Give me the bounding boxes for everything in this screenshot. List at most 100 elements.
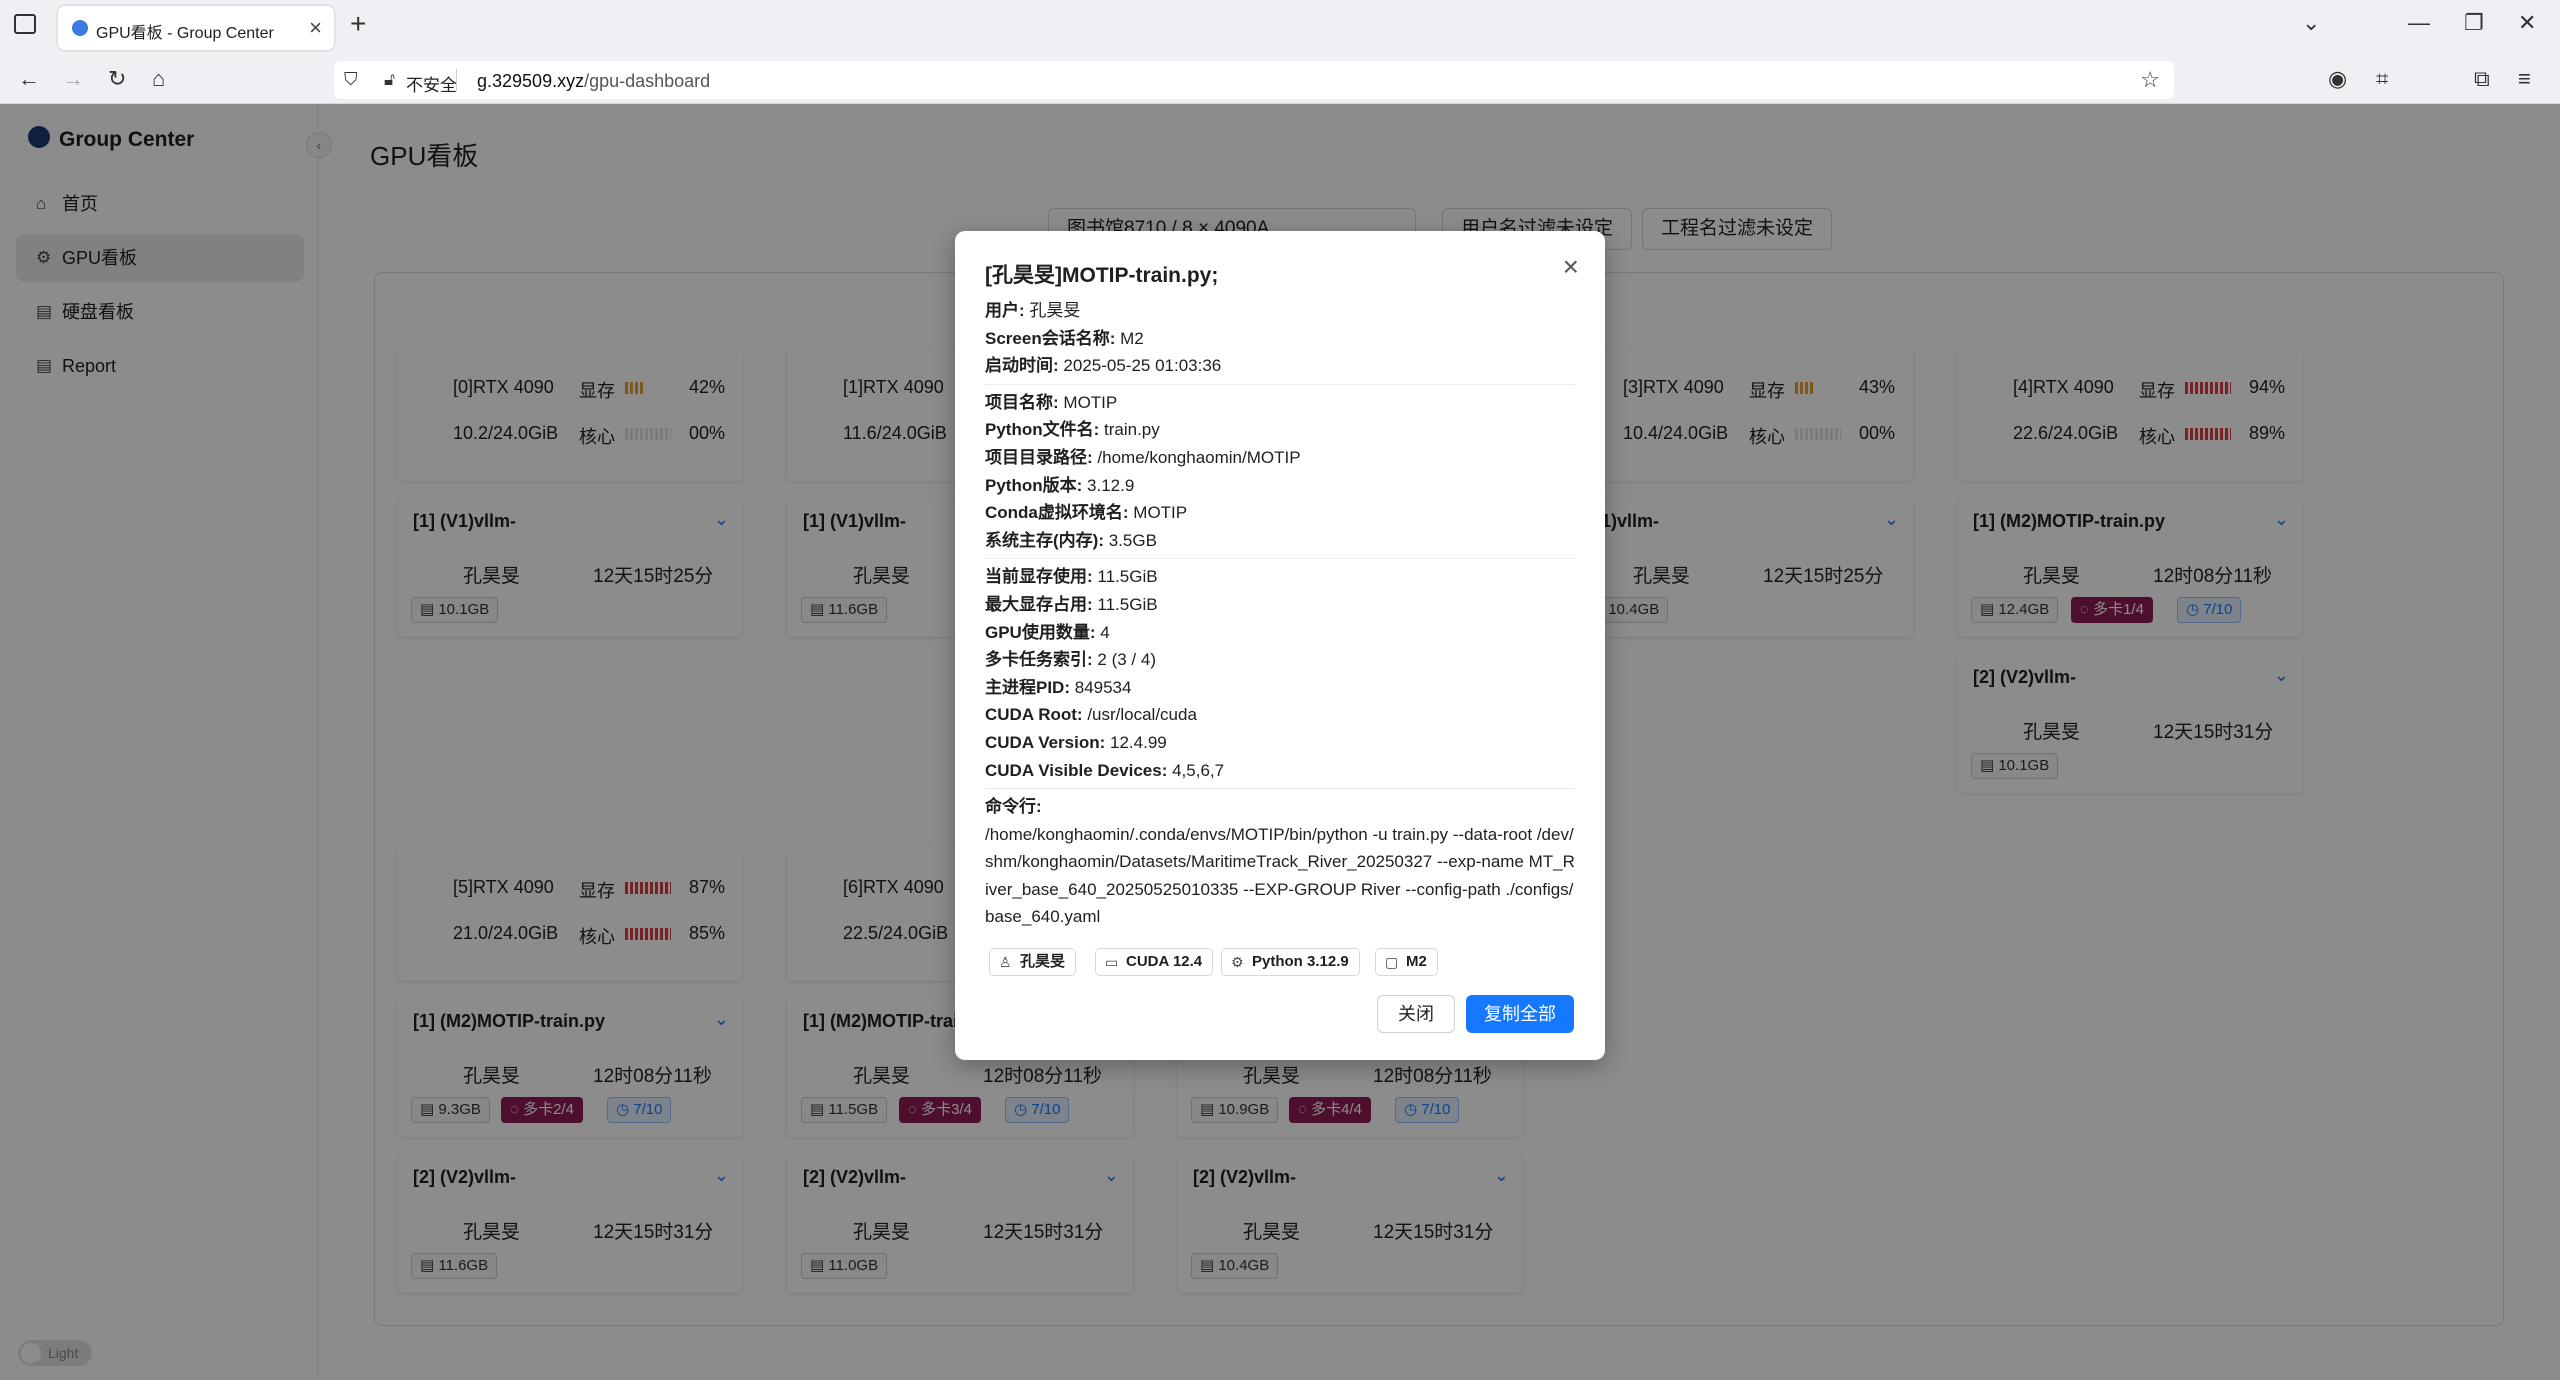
detail-group-project: 项目名称: MOTIP Python文件名: train.py 项目目录路径: /h…: [985, 389, 1575, 555]
url-path: /gpu-dashboard: [584, 71, 711, 91]
user-icon: ♙: [999, 954, 1012, 970]
detail-key: 主进程PID:: [985, 677, 1070, 697]
url-domain: g.329509.xyz: [477, 71, 585, 91]
python-chip: ⚙ Python 3.12.9: [1221, 948, 1360, 976]
detail-value: /usr/local/cuda: [1087, 705, 1197, 725]
tab-close-icon[interactable]: ×: [309, 15, 322, 41]
detail-value: 11.5GiB: [1097, 567, 1158, 587]
detail-key: 多卡任务索引:: [985, 650, 1093, 670]
detail-value: 11.5GiB: [1097, 594, 1158, 614]
detail-value: M2: [1120, 328, 1144, 348]
detail-value: /home/konghaomin/MOTIP: [1097, 447, 1301, 467]
cmd-label: 命令行:: [985, 797, 1042, 817]
url-separator: [456, 69, 457, 91]
divider: [985, 558, 1575, 560]
detail-key: Python文件名:: [985, 420, 1100, 440]
detail-row: Screen会话名称: M2: [985, 325, 1575, 353]
url-text[interactable]: g.329509.xyz/gpu-dashboard: [477, 71, 710, 92]
detail-key: Conda虚拟环境名:: [985, 503, 1129, 523]
crop-icon[interactable]: ⌗: [2376, 66, 2388, 92]
python-icon: ⚙: [1231, 954, 1244, 970]
window-close-icon[interactable]: ✕: [2518, 10, 2536, 36]
detail-row: 多卡任务索引: 2 (3 / 4): [985, 646, 1575, 674]
screen-chip: ▢ M2: [1375, 948, 1438, 976]
detail-value: 4: [1100, 622, 1110, 642]
detail-value: 孔昊旻: [1029, 301, 1081, 320]
close-icon[interactable]: ×: [1563, 251, 1579, 283]
new-tab-icon[interactable]: +: [350, 8, 366, 40]
detail-key: 项目名称:: [985, 392, 1059, 412]
restore-icon[interactable]: ❐: [2464, 10, 2484, 36]
home-page-icon[interactable]: ⌂: [152, 66, 165, 92]
detail-row: 主进程PID: 849534: [985, 674, 1575, 702]
detail-group-session: 用户: 孔昊旻 Screen会话名称: M2 启动时间: 2025-05-25 01…: [985, 297, 1575, 380]
detail-value: 2 (3 / 4): [1097, 650, 1156, 670]
detail-row: 用户: 孔昊旻: [985, 297, 1575, 325]
video-icon: ▭: [1105, 954, 1119, 970]
detail-key: Screen会话名称:: [985, 328, 1116, 348]
detail-value: MOTIP: [1063, 392, 1118, 412]
detail-row: CUDA Version: 12.4.99: [985, 729, 1575, 757]
close-button[interactable]: 关闭: [1377, 995, 1455, 1033]
detail-row: CUDA Visible Devices: 4,5,6,7: [985, 757, 1575, 785]
detail-row: Python版本: 3.12.9: [985, 472, 1575, 500]
tab-list-icon[interactable]: [14, 14, 36, 34]
tab-overflow-chevron-icon[interactable]: ⌄: [2302, 10, 2320, 36]
command-line: /home/konghaomin/.conda/envs/MOTIP/bin/p…: [985, 824, 1575, 927]
cuda-chip: ▭ CUDA 12.4: [1095, 948, 1214, 976]
reload-icon[interactable]: ↻: [108, 66, 126, 92]
divider: [985, 788, 1575, 790]
detail-row: 启动时间: 2025-05-25 01:03:36: [985, 352, 1575, 380]
divider: [985, 383, 1575, 385]
detail-key: Python版本:: [985, 475, 1083, 495]
detail-key: 最大显存占用:: [985, 594, 1093, 614]
detail-rows: 用户: 孔昊旻 Screen会话名称: M2 启动时间: 2025-05-25 01…: [985, 297, 1575, 931]
tab-title: GPU看板 - Group Center: [96, 25, 274, 42]
detail-row: 项目目录路径: /home/konghaomin/MOTIP: [985, 444, 1575, 472]
detail-row: 当前显存使用: 11.5GiB: [985, 563, 1575, 591]
detail-row: 项目名称: MOTIP: [985, 389, 1575, 417]
back-icon[interactable]: ←: [18, 66, 40, 92]
favicon-icon: [72, 20, 88, 36]
detail-value: 2025-05-25 01:03:36: [1063, 356, 1222, 376]
detail-group-gpu: 当前显存使用: 11.5GiB 最大显存占用: 11.5GiB GPU使用数量: 4…: [985, 563, 1575, 784]
detail-key: GPU使用数量:: [985, 622, 1096, 642]
detail-row: GPU使用数量: 4: [985, 619, 1575, 647]
tab-bar: GPU看板 - Group Center × + ⌄ — ❐ ✕: [0, 0, 2560, 56]
detail-value: 12.4.99: [1110, 732, 1167, 752]
browser-tab[interactable]: GPU看板 - Group Center ×: [58, 6, 334, 50]
user-chip: ♙ 孔昊旻: [989, 948, 1077, 976]
browser-chrome: GPU看板 - Group Center × + ⌄ — ❐ ✕ ← → ↻ ⌂…: [0, 0, 2560, 104]
insecure-label: 不安全: [406, 76, 457, 95]
account-icon[interactable]: ◉: [2328, 66, 2347, 92]
process-detail-modal: [孔昊旻]MOTIP-train.py; × 用户: 孔昊旻 Screen会话名称…: [955, 231, 1605, 1060]
modal-title: [孔昊旻]MOTIP-train.py;: [985, 264, 1219, 287]
detail-key: 当前显存使用:: [985, 567, 1093, 587]
detail-key: 用户:: [985, 301, 1025, 320]
detail-key: 启动时间:: [985, 356, 1059, 376]
detail-value: 3.5GB: [1108, 530, 1157, 550]
detail-value: MOTIP: [1133, 503, 1188, 523]
detail-key: 系统主存(内存):: [985, 530, 1104, 550]
detail-key: CUDA Visible Devices:: [985, 760, 1168, 780]
extensions-icon[interactable]: ⧉: [2474, 66, 2490, 92]
tracking-shield-icon[interactable]: ⛉: [344, 69, 358, 90]
detail-value: 4,5,6,7: [1172, 760, 1225, 780]
detail-row: 系统主存(内存): 3.5GB: [985, 527, 1575, 555]
detail-key: 项目目录路径:: [985, 447, 1093, 467]
detail-value: 3.12.9: [1087, 475, 1135, 495]
bookmark-star-icon[interactable]: ☆: [2140, 67, 2160, 93]
forward-icon[interactable]: →: [62, 66, 84, 92]
detail-row: Python文件名: train.py: [985, 416, 1575, 444]
minimize-icon[interactable]: —: [2408, 10, 2430, 36]
address-bar[interactable]: ⛉ 🔓︎ 不安全 g.329509.xyz/gpu-dashboard ☆: [334, 61, 2174, 99]
detail-row: 最大显存占用: 11.5GiB: [985, 591, 1575, 619]
insecure-lock-icon: 🔓︎: [384, 70, 396, 89]
detail-key: CUDA Version:: [985, 732, 1106, 752]
detail-row: Conda虚拟环境名: MOTIP: [985, 499, 1575, 527]
detail-value: 849534: [1074, 677, 1132, 697]
detail-row: CUDA Root: /usr/local/cuda: [985, 701, 1575, 729]
menu-icon[interactable]: ≡: [2518, 66, 2531, 92]
copy-all-button[interactable]: 复制全部: [1466, 995, 1574, 1033]
detail-key: CUDA Root:: [985, 705, 1083, 725]
